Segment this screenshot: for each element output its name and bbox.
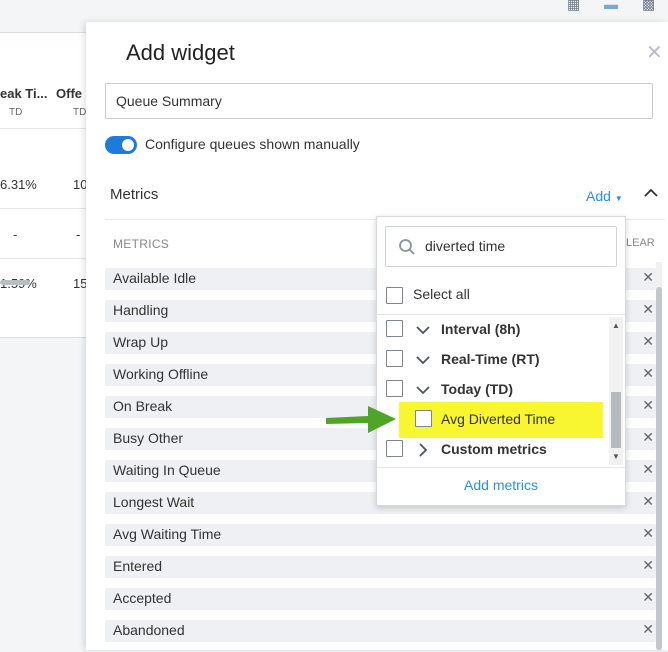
column-subheader: TD — [73, 107, 87, 118]
column-header: Offe — [56, 86, 82, 101]
toggle-label: Configure queues shown manually — [145, 136, 360, 152]
group-label: Custom metrics — [441, 441, 547, 457]
tree-group-realtime[interactable]: Real-Time (RT) — [377, 345, 609, 375]
configure-queues-toggle[interactable] — [105, 136, 137, 154]
chevron-down-icon[interactable] — [415, 382, 431, 398]
group-checkbox[interactable] — [386, 350, 403, 367]
leaf-checkbox[interactable] — [415, 410, 432, 427]
group-checkbox[interactable] — [386, 440, 403, 457]
group-checkbox[interactable] — [386, 380, 403, 397]
list-item: Abandoned ✕ — [105, 620, 656, 642]
metrics-section-title: Metrics — [110, 186, 159, 203]
trash-icon[interactable]: ▩ — [642, 0, 658, 11]
group-label: Today (TD) — [441, 381, 514, 397]
metric-label: Busy Other — [113, 430, 184, 446]
list-item: Accepted ✕ — [105, 588, 656, 610]
metric-label: Available Idle — [113, 270, 197, 286]
add-metrics-dropdown: diverted time Select all Interval (8h) R… — [376, 216, 626, 506]
chevron-up-icon[interactable] — [642, 184, 660, 202]
row-divider — [0, 258, 86, 259]
metric-tree: Interval (8h) Real-Time (RT) Today (TD) … — [377, 315, 609, 465]
remove-icon[interactable]: ✕ — [642, 365, 654, 382]
add-dropdown-button[interactable]: Add ▼ — [586, 188, 623, 204]
remove-icon[interactable]: ✕ — [642, 429, 654, 446]
column-subheader: TD — [9, 107, 23, 118]
metric-label: Entered — [113, 558, 163, 574]
dropdown-divider — [377, 467, 625, 468]
search-icon — [399, 239, 415, 255]
modal-title: Add widget — [126, 40, 235, 65]
group-label: Real-Time (RT) — [441, 351, 540, 367]
remove-icon[interactable]: ✕ — [642, 301, 654, 318]
metrics-column-header: METRICS — [113, 237, 170, 251]
arrow-annotation-icon — [326, 406, 396, 433]
row-divider — [0, 208, 86, 209]
download-icon[interactable]: ▬ — [604, 0, 620, 11]
table-cell: - — [76, 227, 81, 242]
close-icon[interactable]: ✕ — [646, 40, 663, 65]
metric-label: Abandoned — [113, 622, 185, 638]
remove-icon[interactable]: ✕ — [642, 397, 654, 414]
table-cell: - — [13, 227, 18, 242]
metric-label: Longest Wait — [113, 494, 195, 510]
remove-icon[interactable]: ✕ — [642, 461, 654, 478]
leaf-label: Avg Diverted Time — [441, 411, 556, 427]
metric-label: On Break — [113, 398, 173, 414]
group-checkbox[interactable] — [386, 320, 403, 337]
remove-icon[interactable]: ✕ — [642, 333, 654, 350]
remove-icon[interactable]: ✕ — [642, 493, 654, 510]
chevron-right-icon[interactable] — [415, 442, 431, 458]
metric-label: Wrap Up — [113, 334, 168, 350]
column-header: eak Ti... — [0, 86, 48, 101]
search-value: diverted time — [425, 238, 506, 254]
dropdown-scrollbar-thumb[interactable] — [611, 392, 621, 448]
list-item: Avg Waiting Time ✕ — [105, 524, 656, 546]
top-toolbar: ▦ ▬ ▩ — [0, 0, 668, 22]
select-all-checkbox[interactable] — [386, 287, 403, 304]
toggle-knob — [122, 139, 134, 151]
list-scrollbar-thumb[interactable] — [656, 287, 662, 650]
scroll-down-icon[interactable]: ▼ — [612, 452, 620, 461]
caret-down-icon: ▼ — [614, 194, 623, 203]
tree-group-today[interactable]: Today (TD) — [377, 375, 609, 405]
metric-label: Avg Waiting Time — [113, 526, 222, 542]
horizontal-scrollbar[interactable] — [0, 280, 30, 285]
remove-icon[interactable]: ✕ — [642, 269, 654, 286]
metric-label: Accepted — [113, 590, 172, 606]
table-cell: 6.31% — [0, 177, 37, 192]
chevron-down-icon[interactable] — [415, 322, 431, 338]
search-input[interactable]: diverted time — [385, 226, 617, 267]
remove-icon[interactable]: ✕ — [642, 557, 654, 574]
tree-leaf-avg-diverted-time[interactable]: Avg Diverted Time — [377, 405, 609, 435]
select-all-label: Select all — [413, 286, 470, 302]
grid-icon[interactable]: ▦ — [567, 0, 583, 11]
metric-label: Working Offline — [113, 366, 209, 382]
scroll-up-icon[interactable]: ▲ — [612, 321, 620, 330]
metric-label: Waiting In Queue — [113, 462, 221, 478]
group-label: Interval (8h) — [441, 321, 521, 337]
row-divider — [0, 128, 86, 129]
remove-icon[interactable]: ✕ — [642, 621, 654, 638]
remove-icon[interactable]: ✕ — [642, 525, 654, 542]
add-label: Add — [586, 188, 611, 204]
list-item: Entered ✕ — [105, 556, 656, 578]
add-metrics-button[interactable]: Add metrics — [377, 477, 625, 493]
chevron-down-icon[interactable] — [415, 352, 431, 368]
clear-column-header[interactable]: LEAR — [626, 237, 655, 249]
metric-label: Handling — [113, 302, 169, 318]
tree-group-custom[interactable]: Custom metrics — [377, 435, 609, 465]
tree-group-interval[interactable]: Interval (8h) — [377, 315, 609, 345]
widget-name-input[interactable] — [105, 83, 653, 119]
remove-icon[interactable]: ✕ — [642, 589, 654, 606]
